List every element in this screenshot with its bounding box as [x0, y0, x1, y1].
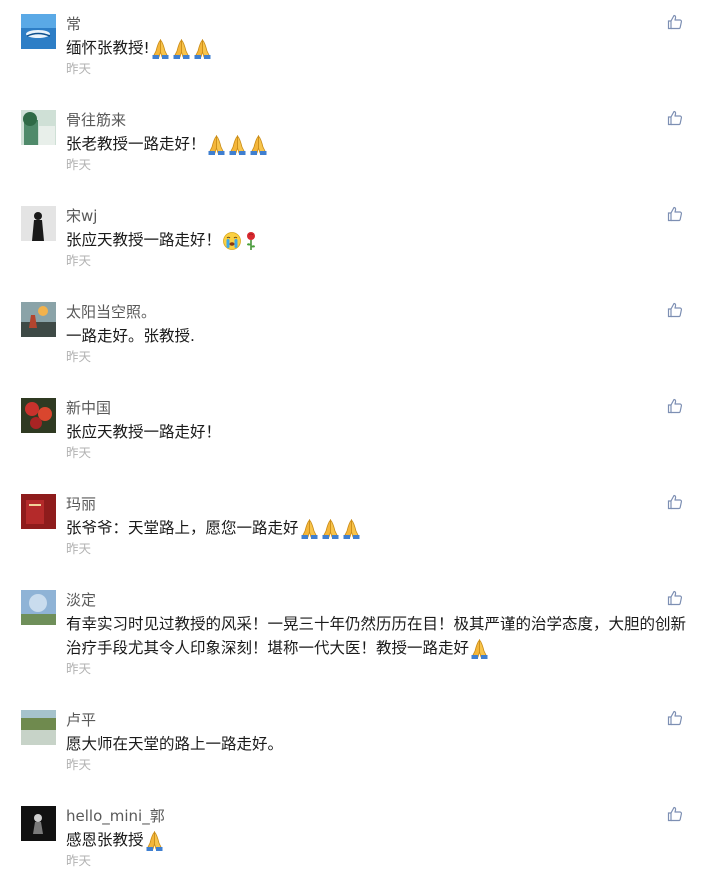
emoji-group [207, 135, 270, 159]
folded-hands-emoji [228, 135, 249, 159]
comment-text: 张爷爷：天堂路上，愿您一路走好 [66, 519, 299, 537]
comment-time: 昨天 [66, 757, 92, 772]
avatar[interactable] [21, 494, 56, 529]
emoji-group [470, 639, 491, 663]
comment-content: 张爷爷：天堂路上，愿您一路走好 [66, 516, 686, 543]
thumbs-up-icon[interactable] [667, 206, 683, 222]
comment-text: 愿大师在天堂的路上一路走好。 [66, 735, 284, 753]
folded-hands-emoji [193, 39, 214, 63]
avatar[interactable] [21, 806, 56, 841]
avatar[interactable] [21, 398, 56, 433]
comment-content: 愿大师在天堂的路上一路走好。 [66, 732, 686, 756]
comment-nickname: hello_mini_郭 [66, 807, 165, 825]
comment-content: 一路走好。张教授. [66, 324, 686, 348]
comment-nickname: 淡定 [66, 591, 97, 609]
avatar[interactable] [21, 302, 56, 337]
emoji-group [300, 519, 363, 543]
avatar[interactable] [21, 110, 56, 145]
crying-face-emoji [222, 231, 244, 255]
comment-content: 感恩张教授 [66, 828, 686, 855]
comment-nickname: 卢平 [66, 711, 97, 729]
comment-time: 昨天 [66, 349, 92, 364]
comment-content: 有幸实习时见过教授的风采！一晃三十年仍然历历在目！极其严谨的治学态度，大胆的创新… [66, 612, 686, 663]
thumbs-up-icon[interactable] [667, 398, 683, 414]
thumbs-up-icon[interactable] [667, 494, 683, 510]
folded-hands-emoji [249, 135, 270, 159]
avatar[interactable] [21, 14, 56, 49]
thumbs-up-icon[interactable] [667, 14, 683, 30]
comment-time: 昨天 [66, 157, 92, 172]
comment-text: 感恩张教授 [66, 831, 144, 849]
comment-nickname: 太阳当空照。 [66, 303, 157, 321]
folded-hands-emoji [470, 639, 491, 663]
comment-content: 张老教授一路走好！ [66, 132, 686, 159]
folded-hands-emoji [207, 135, 228, 159]
comment-nickname: 玛丽 [66, 495, 97, 513]
avatar[interactable] [21, 590, 56, 625]
folded-hands-emoji [172, 39, 193, 63]
folded-hands-emoji [300, 519, 321, 543]
thumbs-up-icon[interactable] [667, 302, 683, 318]
folded-hands-emoji [151, 39, 172, 63]
comment-nickname: 常 [66, 15, 82, 33]
comment-content: 张应天教授一路走好！ [66, 228, 686, 255]
thumbs-up-icon[interactable] [667, 110, 683, 126]
folded-hands-emoji [342, 519, 363, 543]
emoji-group [222, 231, 260, 255]
folded-hands-emoji [321, 519, 342, 543]
comment-text: 有幸实习时见过教授的风采！一晃三十年仍然历历在目！极其严谨的治学态度，大胆的创新… [66, 615, 687, 657]
comment-content: 缅怀张教授! [66, 36, 686, 63]
comment-time: 昨天 [66, 445, 92, 460]
comment-text: 张老教授一路走好！ [66, 135, 206, 153]
comment-time: 昨天 [66, 853, 92, 868]
comment-text: 张应天教授一路走好！ [66, 231, 222, 249]
avatar[interactable] [21, 710, 56, 745]
thumbs-up-icon[interactable] [667, 806, 683, 822]
comment-nickname: 骨往筋来 [66, 111, 127, 129]
comment-time: 昨天 [66, 61, 92, 76]
comment-nickname: 新中国 [66, 399, 112, 417]
comment-time: 昨天 [66, 541, 92, 556]
rose-emoji [244, 231, 260, 255]
comment-nickname: 宋wj [66, 207, 98, 225]
folded-hands-emoji [145, 831, 166, 855]
comment-text: 张应天教授一路走好！ [66, 423, 222, 441]
comment-time: 昨天 [66, 661, 92, 676]
avatar[interactable] [21, 206, 56, 241]
emoji-group [151, 39, 214, 63]
comment-text: 缅怀张教授! [66, 39, 150, 57]
comment-content: 张应天教授一路走好！ [66, 420, 686, 444]
comment-list: 常缅怀张教授! 昨天 骨往筋来 张老教授一路走好！ 昨天 宋wj 张应天教授一路走好！ 昨天太… [0, 0, 725, 889]
comment-time: 昨天 [66, 253, 92, 268]
emoji-group [145, 831, 166, 855]
thumbs-up-icon[interactable] [667, 710, 683, 726]
thumbs-up-icon[interactable] [667, 590, 683, 606]
comment-text: 一路走好。张教授. [66, 327, 195, 345]
